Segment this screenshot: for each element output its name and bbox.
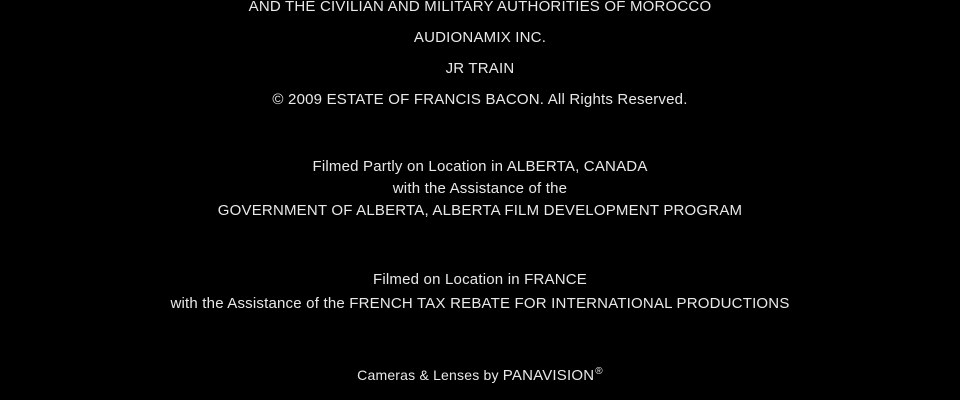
credit-line-cameras: Cameras & Lenses by PANAVISION® — [0, 362, 960, 386]
credit-line-alberta-location: Filmed Partly on Location in ALBERTA, CA… — [312, 158, 648, 175]
credit-line-france-tax-rebate: with the Assistance of the FRENCH TAX RE… — [170, 295, 790, 312]
credit-line-copyright: © 2009 ESTATE OF FRANCIS BACON. All Righ… — [272, 91, 688, 108]
credit-line-alberta-assistance: with the Assistance of the — [392, 180, 568, 197]
cameras-prefix: Cameras & Lenses by — [357, 367, 503, 383]
registered-mark: ® — [595, 366, 603, 377]
credit-line-france-location: Filmed on Location in FRANCE — [372, 271, 588, 288]
credit-line-morocco-authorities: AND THE CIVILIAN AND MILITARY AUTHORITIE… — [248, 0, 712, 15]
panavision-brand: PANAVISION — [502, 367, 595, 384]
credit-line-alberta-government: GOVERNMENT OF ALBERTA, ALBERTA FILM DEVE… — [217, 202, 743, 219]
end-credits: AND THE CIVILIAN AND MILITARY AUTHORITIE… — [0, 0, 960, 400]
credit-line-jr-train: JR TRAIN — [445, 60, 515, 77]
credit-line-audionamix: AUDIONAMIX INC. — [413, 29, 547, 46]
